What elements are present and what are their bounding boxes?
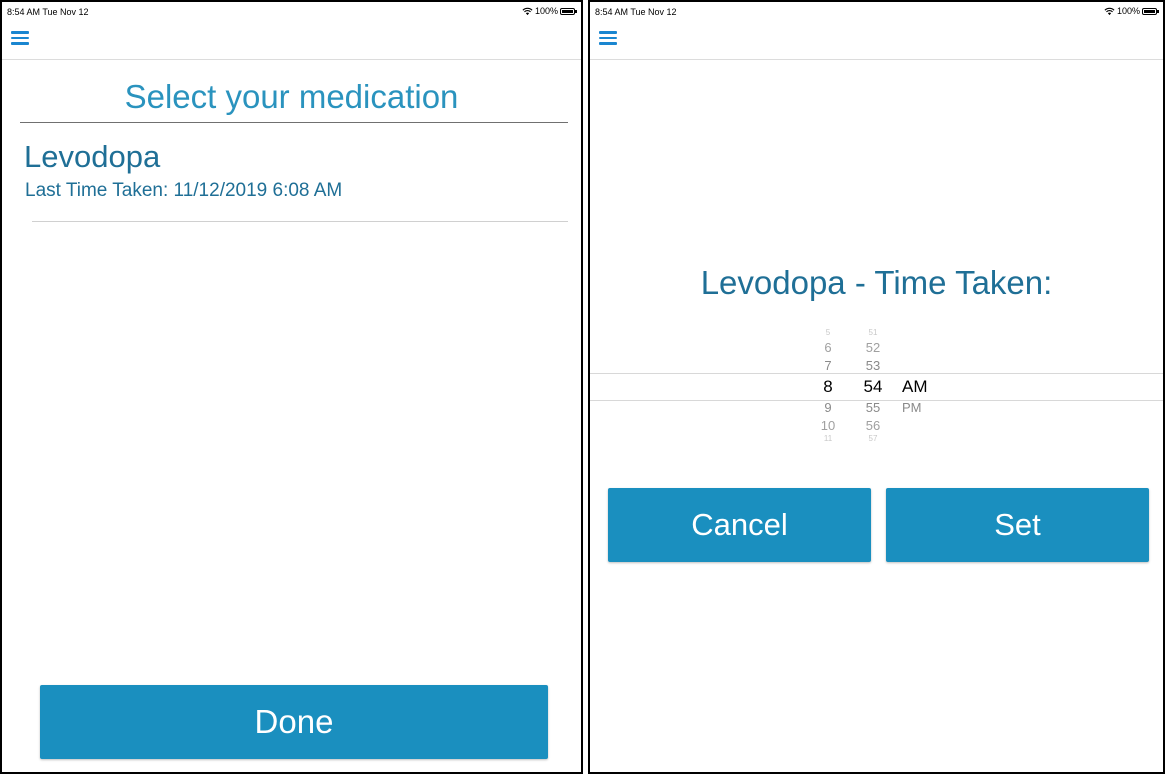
battery-icon: [560, 7, 577, 15]
hour-option[interactable]: 6: [813, 341, 843, 354]
minute-option[interactable]: 57: [858, 435, 888, 443]
hour-option[interactable]: 11: [813, 435, 843, 443]
wifi-icon: [1104, 7, 1115, 15]
page-title: Select your medication: [124, 78, 459, 115]
done-button[interactable]: Done: [40, 685, 548, 759]
time-picker-screen: 8:54 AM Tue Nov 12 100% Levodopa - Time …: [588, 0, 1165, 774]
battery-percent: 100%: [1116, 6, 1140, 16]
battery-level: [1144, 9, 1155, 13]
ampm-option[interactable]: PM: [902, 401, 942, 414]
battery-percent: 100%: [534, 6, 558, 16]
navigation-bar: [590, 19, 1163, 60]
hour-option[interactable]: 7: [813, 359, 843, 372]
time-picker[interactable]: 5 6 7 8 9 10 11 51 52 53 54 55 56 57 AM PM: [590, 318, 1163, 458]
status-bar: 8:54 AM Tue Nov 12 100%: [595, 5, 1159, 19]
medication-last-taken: Last Time Taken: 11/12/2019 6:08 AM: [25, 180, 343, 201]
hour-option[interactable]: 5: [813, 329, 843, 337]
wifi-icon: [522, 7, 533, 15]
status-time: 8:54 AM Tue Nov 12: [595, 7, 677, 17]
cancel-button[interactable]: Cancel: [608, 488, 871, 562]
set-button[interactable]: Set: [886, 488, 1149, 562]
minute-option[interactable]: 53: [858, 359, 888, 372]
medication-list-screen: 8:54 AM Tue Nov 12 100% Select your medi…: [0, 0, 583, 774]
hour-option[interactable]: 10: [813, 419, 843, 432]
status-time: 8:54 AM Tue Nov 12: [7, 7, 89, 17]
battery-level: [562, 9, 573, 13]
minute-option[interactable]: 56: [858, 419, 888, 432]
battery-icon: [1142, 7, 1159, 15]
ampm-option[interactable]: AM: [902, 378, 942, 395]
medication-name: Levodopa: [24, 139, 161, 174]
list-divider: [32, 221, 568, 222]
medication-list-item[interactable]: Levodopa Last Time Taken: 11/12/2019 6:0…: [2, 123, 581, 223]
hour-option[interactable]: 9: [813, 401, 843, 414]
hamburger-menu-icon[interactable]: [599, 31, 617, 45]
minute-option[interactable]: 51: [858, 329, 888, 337]
hamburger-menu-icon[interactable]: [11, 31, 29, 45]
navigation-bar: [2, 19, 581, 60]
hour-option[interactable]: 8: [813, 378, 843, 395]
status-bar: 8:54 AM Tue Nov 12 100%: [7, 5, 577, 19]
minute-option[interactable]: 55: [858, 401, 888, 414]
picker-title: Levodopa - Time Taken:: [700, 264, 1053, 301]
minute-option[interactable]: 54: [858, 378, 888, 395]
minute-option[interactable]: 52: [858, 341, 888, 354]
